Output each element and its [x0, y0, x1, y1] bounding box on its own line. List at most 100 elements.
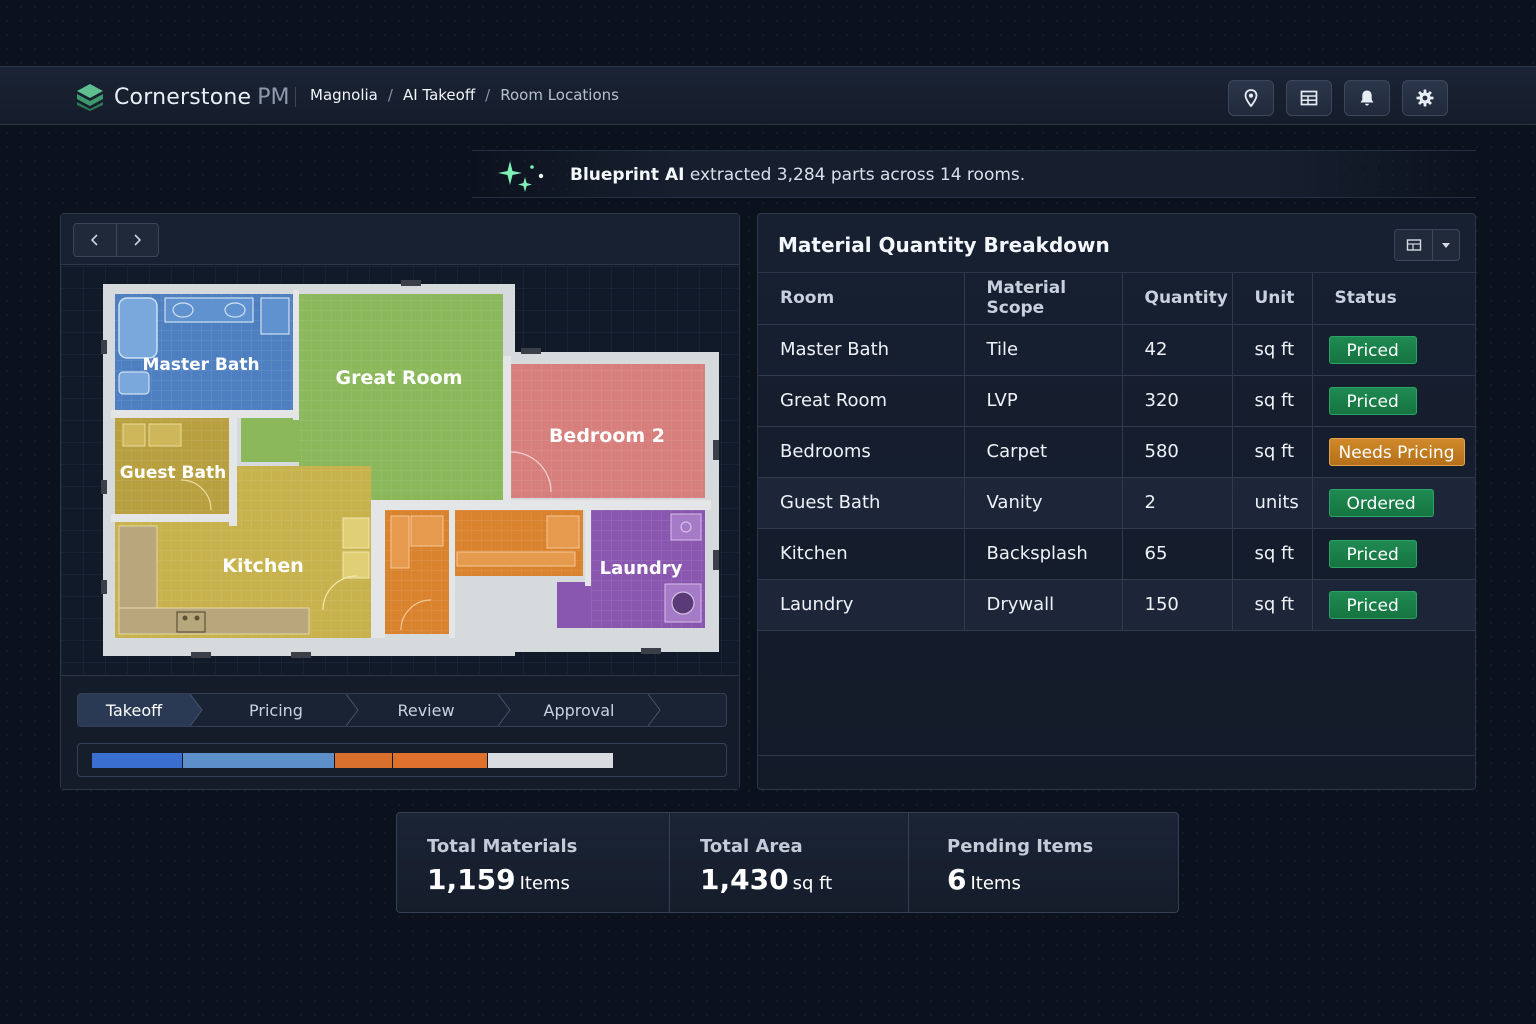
column-header-material-scope[interactable]: Material Scope: [963, 273, 1122, 325]
column-header-status[interactable]: Status: [1311, 273, 1475, 325]
breadcrumb: Magnolia / AI Takeoff / Room Locations: [310, 86, 619, 104]
column-header-quantity[interactable]: Quantity: [1121, 273, 1232, 325]
progress-segment: [334, 753, 393, 768]
table-row[interactable]: Great Room LVP 320 sq ft Priced: [758, 375, 1475, 427]
table-row[interactable]: Kitchen Backsplash 65 sq ft Priced: [758, 528, 1475, 580]
room-master-bath[interactable]: [115, 294, 293, 410]
cell-quantity: 42: [1121, 324, 1232, 376]
step-separator: [190, 694, 203, 726]
view-options: [1394, 229, 1460, 261]
previous-button[interactable]: [74, 224, 116, 256]
column-header-room[interactable]: Room: [758, 273, 964, 325]
summary-total-area: Total Area 1,430 sq ft: [669, 813, 908, 912]
floorplan-header: [61, 214, 739, 265]
status-badge[interactable]: Needs Pricing: [1328, 437, 1465, 466]
room-label-bedroom-2: Bedroom 2: [549, 425, 665, 447]
floorplan-panel: Master Bath Great Room Bedroom 2 Guest B…: [60, 213, 740, 790]
status-badge[interactable]: Priced: [1328, 335, 1417, 364]
cell-status: Needs Pricing: [1311, 426, 1475, 478]
table-row[interactable]: Laundry Drywall 150 sq ft Priced: [758, 579, 1475, 631]
floorplan-canvas[interactable]: Master Bath Great Room Bedroom 2 Guest B…: [61, 266, 739, 674]
next-button[interactable]: [115, 224, 158, 256]
material-table: Room Material Scope Quantity Unit Status…: [758, 273, 1475, 631]
view-dropdown-button[interactable]: [1433, 230, 1459, 260]
cell-quantity: 2: [1121, 477, 1232, 529]
summary-total-materials: Total Materials 1,159 Items: [427, 836, 578, 896]
step-separator: [346, 694, 359, 726]
brand-divider: [295, 87, 296, 107]
summary-value: 1,159: [427, 863, 516, 896]
progress-segment: [392, 753, 487, 768]
breadcrumb-project[interactable]: Magnolia: [310, 86, 378, 104]
summary-unit: sq ft: [792, 873, 833, 894]
cell-unit: sq ft: [1231, 426, 1312, 478]
room-label-laundry: Laundry: [600, 558, 683, 579]
ai-extraction-banner: Blueprint AI extracted 3,284 parts acros…: [472, 150, 1476, 198]
summary-pending-items: Pending Items 6 Items: [908, 813, 1178, 912]
step-pricing[interactable]: Pricing: [206, 694, 346, 726]
cell-room: Great Room: [758, 375, 964, 427]
column-layout-button[interactable]: [1395, 230, 1433, 260]
breadcrumb-separator: /: [387, 86, 393, 104]
summary-unit: Items: [970, 873, 1021, 894]
floorplan: Master Bath Great Room Bedroom 2 Guest B…: [101, 280, 719, 658]
cell-quantity: 65: [1121, 528, 1232, 580]
ai-summary-text: Blueprint AI extracted 3,284 parts acros…: [570, 165, 1026, 185]
cell-status: Ordered: [1311, 477, 1475, 529]
workflow-steps: Takeoff Pricing Review Approval: [77, 693, 727, 727]
table-row[interactable]: Bedrooms Carpet 580 sq ft Needs Pricing: [758, 426, 1475, 478]
cell-status: Priced: [1311, 579, 1475, 631]
status-badge[interactable]: Priced: [1328, 539, 1417, 568]
cell-unit: sq ft: [1231, 579, 1312, 631]
table-view-button[interactable]: [1286, 80, 1332, 116]
status-badge[interactable]: Priced: [1328, 590, 1417, 619]
step-approval[interactable]: Approval: [514, 694, 644, 726]
summary-unit: Items: [519, 873, 570, 894]
progress-segment: [486, 753, 613, 768]
location-button[interactable]: [1228, 80, 1274, 116]
progress-segment: [92, 753, 182, 768]
cell-room: Laundry: [758, 579, 964, 631]
workflow-footer: Takeoff Pricing Review Approval: [61, 675, 739, 789]
brand[interactable]: Cornerstone PM: [76, 83, 289, 111]
sparkle-icon: [498, 161, 544, 192]
settings-button[interactable]: [1402, 80, 1448, 116]
breadcrumb-separator: /: [485, 86, 491, 104]
cell-quantity: 320: [1121, 375, 1232, 427]
summary-bar: Total Materials 1,159 Items Total Area 1,…: [396, 812, 1179, 913]
step-review[interactable]: Review: [362, 694, 490, 726]
cell-status: Priced: [1311, 324, 1475, 376]
cell-material-scope: Carpet: [963, 426, 1122, 478]
room-label-kitchen: Kitchen: [222, 555, 304, 577]
cell-unit: sq ft: [1231, 324, 1312, 376]
room-label-master-bath: Master Bath: [142, 355, 259, 375]
cell-room: Bedrooms: [758, 426, 964, 478]
cell-unit: sq ft: [1231, 375, 1312, 427]
pager: [73, 223, 159, 257]
progress-track: [92, 753, 613, 768]
breadcrumb-current: Room Locations: [500, 86, 619, 104]
progress-segment: [181, 753, 335, 768]
breadcrumb-ai-takeoff[interactable]: AI Takeoff: [403, 86, 475, 104]
table-row[interactable]: Guest Bath Vanity 2 units Ordered: [758, 477, 1475, 529]
table-header-row: Room Material Scope Quantity Unit Status: [758, 273, 1475, 325]
cell-quantity: 150: [1121, 579, 1232, 631]
step-takeoff[interactable]: Takeoff: [78, 694, 190, 726]
status-badge[interactable]: Priced: [1328, 386, 1417, 415]
footer-divider: [758, 755, 1475, 756]
table-row[interactable]: Master Bath Tile 42 sq ft Priced: [758, 324, 1475, 376]
cell-unit: units: [1231, 477, 1312, 529]
notifications-button[interactable]: [1344, 80, 1390, 116]
bell-icon: [1360, 90, 1374, 106]
summary-value: 1,430: [700, 863, 789, 896]
column-header-unit[interactable]: Unit: [1231, 273, 1312, 325]
cell-material-scope: Tile: [963, 324, 1122, 376]
cell-material-scope: Drywall: [963, 579, 1122, 631]
room-label-guest-bath: Guest Bath: [120, 463, 226, 483]
table-icon: [1300, 90, 1318, 106]
status-badge[interactable]: Ordered: [1328, 488, 1434, 517]
workflow-progress: [77, 743, 727, 777]
map-pin-icon: [1244, 89, 1258, 108]
cell-material-scope: Vanity: [963, 477, 1122, 529]
gear-icon: [1416, 89, 1434, 107]
